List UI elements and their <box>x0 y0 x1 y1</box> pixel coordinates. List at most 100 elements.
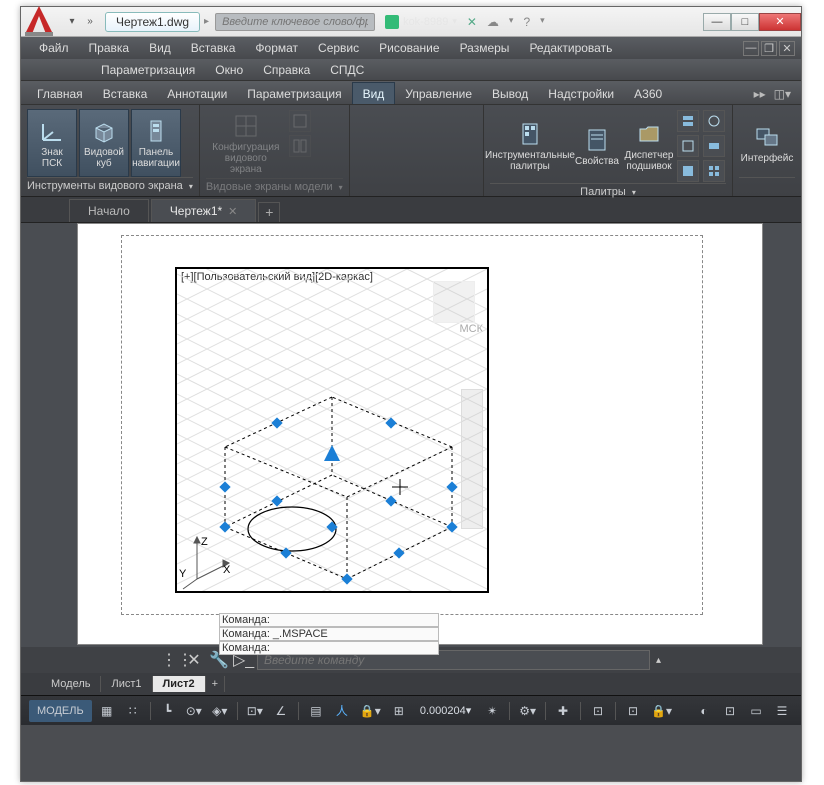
username-label: kok-8989 <box>403 16 448 28</box>
add-layout-button[interactable]: + <box>206 676 225 692</box>
iso-icon[interactable]: ◈▾ <box>209 700 231 722</box>
panel-label-palettes[interactable]: Палитры <box>490 183 726 200</box>
layout-model[interactable]: Модель <box>41 676 101 692</box>
pal-small-4[interactable] <box>703 110 725 132</box>
doc-dropdown-icon[interactable]: ▸ <box>204 16 209 27</box>
panel-label-viewport-tools[interactable]: Инструменты видового экрана <box>27 177 193 194</box>
tab-parametric[interactable]: Параметризация <box>237 83 351 104</box>
cmd-history-icon[interactable]: ▴ <box>656 655 661 666</box>
cmd-close-icon[interactable]: ✕ <box>185 650 203 670</box>
doc-close-button[interactable]: ✕ <box>779 41 795 56</box>
polar-icon[interactable]: ⊙▾ <box>183 700 205 722</box>
command-history: Команда: Команда: _.MSPACE Команда: <box>219 613 439 655</box>
menu-format[interactable]: Формат <box>245 39 308 57</box>
interface-button[interactable]: Интерфейс <box>739 109 795 177</box>
tool-palettes-button[interactable]: Инструментальные палитры <box>490 109 570 183</box>
viewport-scale[interactable]: 0.000204 ▾ <box>414 700 477 722</box>
customize-status-icon[interactable]: ☰ <box>771 700 793 722</box>
doctab-drawing1[interactable]: Чертеж1*✕ <box>151 199 257 222</box>
properties-button[interactable]: Свойства <box>572 109 622 183</box>
nav-bar-button[interactable]: Панель навигации <box>131 109 181 177</box>
doctab-start[interactable]: Начало <box>69 199 149 222</box>
menu-file[interactable]: Файл <box>29 39 79 57</box>
close-icon[interactable]: ✕ <box>228 205 237 218</box>
menubar: Файл Правка Вид Вставка Формат Сервис Ри… <box>21 37 801 59</box>
vp-restore-button <box>289 135 311 157</box>
menu-modify[interactable]: Редактировать <box>519 39 622 57</box>
navigation-bar[interactable] <box>461 389 483 529</box>
menu-dimension[interactable]: Размеры <box>450 39 520 57</box>
exchange-icon[interactable]: ✕ <box>467 15 477 29</box>
units-icon[interactable]: ⊡ <box>587 700 609 722</box>
view-cube-button[interactable]: Видовой куб <box>79 109 129 177</box>
menu-edit[interactable]: Правка <box>79 39 140 57</box>
scale-icon[interactable]: ⊞ <box>388 700 410 722</box>
viewport[interactable]: [+][Пользовательский вид][2D-каркас] МСК <box>175 267 489 593</box>
pal-small-5[interactable] <box>703 135 725 157</box>
model-paper-toggle[interactable]: МОДЕЛЬ <box>29 700 92 722</box>
layout-sheet2[interactable]: Лист2 <box>153 676 206 692</box>
sheet-set-manager-button[interactable]: Диспетчер подшивок <box>624 109 674 183</box>
tab-addins[interactable]: Надстройки <box>538 83 624 104</box>
ribbon: Знак ПСК Видовой куб Панель навигации Ин… <box>21 105 801 197</box>
ortho-icon[interactable]: ┗ <box>157 700 179 722</box>
help-icon[interactable]: ? <box>523 15 530 29</box>
active-document-tab[interactable]: Чертеж1.dwg <box>105 12 200 32</box>
snap-icon[interactable]: ∷ <box>122 700 144 722</box>
anno-visibility-icon[interactable]: ✴ <box>481 700 503 722</box>
panel-model-viewports: Конфигурация видового экрана Видовые экр… <box>200 105 350 196</box>
annotation-scale-icon[interactable]: ▤ <box>305 700 327 722</box>
menu-parametric[interactable]: Параметризация <box>91 61 205 79</box>
axis-z-label: Z <box>201 536 208 548</box>
osnap-icon[interactable]: ⊡▾ <box>244 700 266 722</box>
ribbon-more-icon[interactable]: ▸▸ <box>754 87 766 101</box>
ucs-icon-button[interactable]: Знак ПСК <box>27 109 77 177</box>
app-menu-button[interactable] <box>21 2 57 38</box>
tab-manage[interactable]: Управление <box>395 83 482 104</box>
pal-small-3[interactable] <box>677 160 699 182</box>
lock-ui-icon[interactable]: 🔒▾ <box>648 700 675 722</box>
hardware-accel-icon[interactable]: ⊡ <box>719 700 741 722</box>
anno-monitor-icon[interactable]: ✚ <box>552 700 574 722</box>
menu-insert[interactable]: Вставка <box>181 39 246 57</box>
tab-output[interactable]: Вывод <box>482 83 538 104</box>
layout-sheet1[interactable]: Лист1 <box>101 676 152 692</box>
new-tab-button[interactable]: + <box>258 202 280 222</box>
qat-customize-icon[interactable]: ▾ <box>65 15 79 29</box>
maximize-button[interactable]: □ <box>731 13 759 31</box>
menu-spds[interactable]: СПДС <box>320 61 374 79</box>
menu-window[interactable]: Окно <box>205 61 253 79</box>
pal-small-1[interactable] <box>677 110 699 132</box>
menu-view[interactable]: Вид <box>139 39 181 57</box>
pal-small-2[interactable] <box>677 135 699 157</box>
tab-annotate[interactable]: Аннотации <box>157 83 237 104</box>
qat-expand-icon[interactable]: » <box>83 15 97 29</box>
menu-tools[interactable]: Сервис <box>308 39 369 57</box>
close-button[interactable]: ✕ <box>759 13 801 31</box>
pal-small-6[interactable] <box>703 160 725 182</box>
doc-minimize-button[interactable]: — <box>743 41 759 56</box>
doc-restore-button[interactable]: ❐ <box>761 41 777 56</box>
view-cube[interactable] <box>433 281 475 323</box>
lock-viewport-icon[interactable]: 🔒▾ <box>357 700 384 722</box>
quick-props-icon[interactable]: ⊡ <box>622 700 644 722</box>
tab-home[interactable]: Главная <box>27 83 93 104</box>
cloud-icon[interactable]: ☁ <box>487 15 499 29</box>
otrack-icon[interactable]: ∠ <box>270 700 292 722</box>
minimize-button[interactable]: — <box>703 13 731 31</box>
workspace-icon[interactable]: ⚙▾ <box>516 700 539 722</box>
tab-view[interactable]: Вид <box>352 82 396 104</box>
drawing-area[interactable]: [+][Пользовательский вид][2D-каркас] МСК <box>21 223 801 647</box>
ribbon-panel-icon[interactable]: ◫▾ <box>774 87 791 101</box>
cmd-drag-handle-icon[interactable]: ⋮⋮ <box>161 650 179 670</box>
user-account[interactable]: kok-8989 ▾ <box>385 15 457 29</box>
lineweight-icon[interactable]: 人 <box>331 700 353 722</box>
search-input[interactable] <box>215 13 375 31</box>
menu-help[interactable]: Справка <box>253 61 320 79</box>
clean-screen-icon[interactable]: ▭ <box>745 700 767 722</box>
grid-icon[interactable]: ▦ <box>96 700 118 722</box>
isolate-icon[interactable]: ◐ <box>693 700 715 722</box>
tab-a360[interactable]: A360 <box>624 83 672 104</box>
tab-insert[interactable]: Вставка <box>93 83 158 104</box>
menu-draw[interactable]: Рисование <box>369 39 449 57</box>
